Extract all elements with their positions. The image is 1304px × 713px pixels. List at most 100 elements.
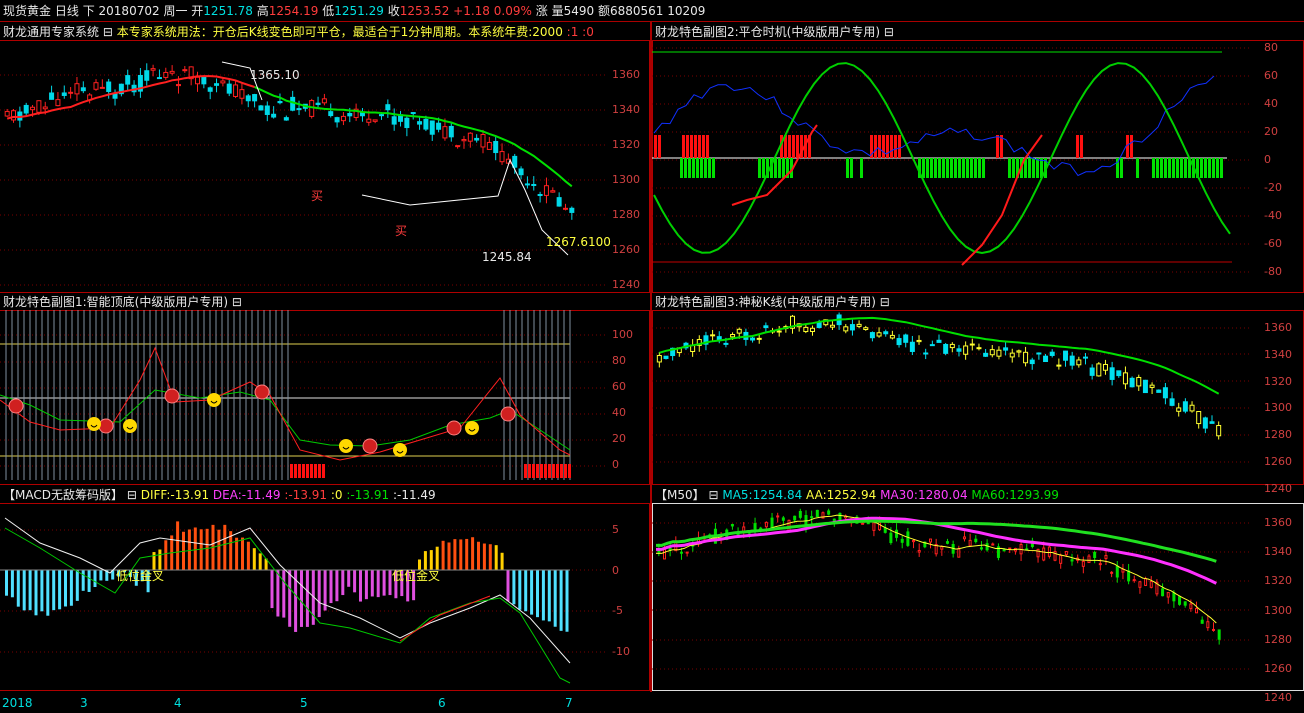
macd-histogram-bar <box>441 540 445 570</box>
candle-body <box>1169 398 1175 406</box>
y-tick-label: 5 <box>612 523 619 536</box>
main-kline-chart[interactable] <box>0 40 650 293</box>
macd-histogram-bar <box>536 570 539 618</box>
candle-body <box>764 521 768 528</box>
candle-body <box>347 112 353 117</box>
y-tick-label: 1260 <box>1264 455 1292 468</box>
candle-body <box>423 118 429 130</box>
candle-body <box>436 122 442 130</box>
candle-body <box>996 349 1002 357</box>
amt-label: 额 <box>597 4 610 18</box>
date-4: 4 <box>174 696 182 710</box>
macd-histogram-bar <box>477 541 480 570</box>
macd-title: 【MACD无敌筹码版】 ⊟ DIFF:-13.91 DEA:-11.49 :-1… <box>3 488 436 502</box>
candle-body <box>843 326 849 332</box>
candle-body <box>849 324 855 331</box>
candle-body <box>474 137 480 141</box>
period-label[interactable]: 日线 <box>55 4 79 18</box>
bottom-bar <box>536 464 539 478</box>
y-tick-label: -40 <box>1264 209 1282 222</box>
y-tick-label: 20 <box>1264 125 1278 138</box>
signal-line-red <box>399 595 491 642</box>
macd-chart[interactable] <box>0 503 650 691</box>
candle-body <box>1144 578 1148 586</box>
smiley-icon <box>393 443 407 457</box>
signal-bar-green <box>966 158 969 178</box>
collapse-icon[interactable]: ⊟ <box>880 295 890 309</box>
candle-body <box>233 84 239 97</box>
candle-body <box>1142 379 1148 394</box>
macd-histogram-bar <box>305 570 309 627</box>
collapse-icon[interactable]: ⊟ <box>884 25 894 39</box>
candle-body <box>900 538 904 543</box>
collapse-icon[interactable]: ⊟ <box>103 25 113 39</box>
signal-bar-green <box>1032 158 1035 178</box>
candle-body <box>1122 372 1128 385</box>
collapse-icon[interactable]: ⊟ <box>708 488 718 502</box>
collapse-icon[interactable]: ⊟ <box>127 488 137 502</box>
candle-body <box>1093 551 1097 559</box>
candle-body <box>1200 619 1204 624</box>
macd-v4: :-11.49 <box>392 488 436 502</box>
candle-body <box>156 77 162 80</box>
signal-bar-green <box>758 158 761 178</box>
macd-histogram-bar <box>423 551 427 570</box>
macd-title-text: 【MACD无敌筹码版】 <box>3 488 123 502</box>
candle-body <box>963 345 969 355</box>
y-tick-label: 1320 <box>1264 374 1292 388</box>
signal-bar-red <box>886 135 889 158</box>
candle-body <box>4 111 10 117</box>
macd-histogram-bar <box>223 524 227 570</box>
close-timing-chart[interactable] <box>652 40 1304 293</box>
signal-bar-green <box>926 158 929 178</box>
candle-body <box>917 549 921 553</box>
candle-body <box>1036 352 1042 355</box>
bottom-bar <box>314 464 317 478</box>
signal-bar-red <box>890 135 893 158</box>
candle-body <box>226 83 232 94</box>
candle-body <box>878 522 882 531</box>
top-bottom-chart[interactable] <box>0 310 650 485</box>
y-tick-label: 40 <box>612 406 626 419</box>
macd-histogram-bar <box>34 570 38 616</box>
macd-histogram-bar <box>359 570 362 602</box>
signal-bar-green <box>1012 158 1015 178</box>
collapse-icon[interactable]: ⊟ <box>232 295 242 309</box>
ma-chart[interactable] <box>652 503 1304 691</box>
macd-histogram-bar <box>429 550 433 570</box>
bottom-bar <box>290 464 293 478</box>
candle-body <box>252 94 258 102</box>
candle-body <box>175 84 181 87</box>
signal-bar-red <box>654 135 657 158</box>
macd-histogram-bar <box>217 529 221 570</box>
diff-label: DIFF: <box>140 488 171 502</box>
macd-histogram-bar <box>16 570 20 607</box>
bottom-bar <box>322 464 325 478</box>
candle-body <box>863 327 869 330</box>
signal-bar-green <box>930 158 933 178</box>
y-tick-label: -20 <box>1264 181 1282 194</box>
y-tick-label: 1240 <box>1264 691 1292 705</box>
date-6: 6 <box>438 696 446 710</box>
macd-histogram-bar <box>258 553 262 570</box>
extra-value: 10209 <box>667 4 706 18</box>
y-tick-label: 80 <box>1264 41 1278 54</box>
candle-body <box>1104 555 1108 559</box>
date-3: 3 <box>80 696 88 710</box>
candle-body <box>1136 376 1142 387</box>
candle-body <box>962 536 966 540</box>
macd-histogram-bar <box>500 552 504 570</box>
smiley-icon <box>123 419 137 433</box>
candle-body <box>1195 607 1199 614</box>
candle-body <box>685 551 689 554</box>
signal-bar-green <box>688 158 691 178</box>
candle-body <box>49 92 55 100</box>
mystic-kline-chart[interactable] <box>652 310 1304 485</box>
low-label: 低 <box>322 4 335 18</box>
candle-body <box>1189 404 1195 412</box>
candle-body <box>1047 546 1051 557</box>
ma30-label: MA30: <box>880 488 918 502</box>
signal-bar-green <box>1176 158 1179 178</box>
candle-body <box>1096 363 1102 377</box>
date-5: 5 <box>300 696 308 710</box>
